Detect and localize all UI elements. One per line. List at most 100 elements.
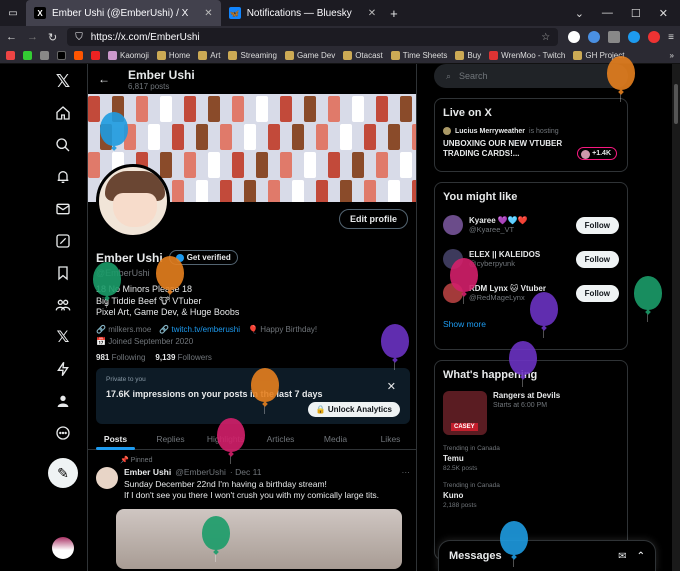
x-logo-icon[interactable]: 𝕏 xyxy=(52,70,74,92)
bookmark-wrenmoo[interactable]: WrenMoo - Twitch xyxy=(489,51,565,60)
account-icon[interactable] xyxy=(568,31,581,43)
bookmark-star-icon[interactable]: ☆ xyxy=(541,32,550,43)
pinned-post[interactable]: 📌 Pinned Ember Ushi @EmberUshi · Dec 11 … xyxy=(96,456,410,569)
premium-icon[interactable]: 𝕏 xyxy=(52,326,74,348)
back-icon[interactable]: ← xyxy=(6,31,17,43)
tab-posts[interactable]: Posts xyxy=(88,428,143,450)
close-tab-icon[interactable]: ✕ xyxy=(368,8,376,19)
follow-button[interactable]: Follow xyxy=(575,250,619,268)
messages-icon[interactable] xyxy=(52,198,74,220)
banner-pattern xyxy=(184,152,196,178)
grok-icon[interactable] xyxy=(52,230,74,252)
banner-pattern xyxy=(340,180,352,202)
tab-replies[interactable]: Replies xyxy=(143,428,198,449)
bookmarks-icon[interactable] xyxy=(52,262,74,284)
tab-ember-ushi[interactable]: X Ember Ushi (@EmberUshi) / X ✕ xyxy=(26,0,221,26)
post-date[interactable]: · Dec 11 xyxy=(230,467,262,477)
live-stream-title[interactable]: UNBOXING OUR NEW VTUBER TRADING CARDS!..… xyxy=(443,139,563,159)
follow-button[interactable]: Follow xyxy=(575,216,619,234)
extension-icon[interactable] xyxy=(628,31,641,43)
banner-pattern xyxy=(292,180,304,202)
bookmark-game-dev[interactable]: Game Dev xyxy=(284,51,335,60)
bookmark-streaming[interactable]: Streaming xyxy=(228,51,277,60)
bookmark-x[interactable] xyxy=(57,51,66,60)
profile-icon[interactable] xyxy=(52,390,74,412)
reload-icon[interactable]: ↻ xyxy=(48,31,57,44)
bookmarks-overflow[interactable]: » xyxy=(670,51,674,60)
balloon-string xyxy=(513,557,514,567)
verified-orgs-icon[interactable] xyxy=(52,358,74,380)
post-author-handle[interactable]: @EmberUshi xyxy=(175,467,226,477)
close-tab-icon[interactable]: ✕ xyxy=(204,8,212,19)
search-icon[interactable] xyxy=(52,134,74,156)
bookmark-buy[interactable]: Buy xyxy=(455,51,481,60)
more-options-icon[interactable]: ··· xyxy=(402,467,411,477)
expand-icon[interactable]: ⌃ xyxy=(637,551,645,562)
youtube-icon[interactable] xyxy=(648,31,661,43)
home-icon[interactable] xyxy=(52,102,74,124)
new-message-icon[interactable]: ✉ xyxy=(618,551,626,562)
bookmark-otacast[interactable]: Otacast xyxy=(343,51,383,60)
more-icon[interactable] xyxy=(52,422,74,444)
tab-list-icon[interactable]: ▭ xyxy=(0,8,26,19)
bookmark-youtube[interactable] xyxy=(91,51,100,60)
show-more-link[interactable]: Show more xyxy=(443,319,619,329)
tab-articles[interactable]: Articles xyxy=(253,428,308,449)
bookmark-kaomoji[interactable]: Kaomoji xyxy=(108,51,149,60)
close-window-icon[interactable]: ✕ xyxy=(659,7,668,20)
edit-profile-button[interactable]: Edit profile xyxy=(339,209,408,229)
minimize-icon[interactable]: — xyxy=(602,7,613,20)
tab-likes[interactable]: Likes xyxy=(363,428,416,449)
forward-icon[interactable]: → xyxy=(27,31,38,43)
live-host-name[interactable]: Lucius Merryweather xyxy=(455,128,525,135)
whats-happening-card: What's happening CASEY Rangers at Devils… xyxy=(434,360,628,560)
compose-post-button[interactable]: ✎ xyxy=(48,458,78,488)
maximize-icon[interactable]: ☐ xyxy=(631,7,641,20)
suggestion-avatar[interactable] xyxy=(443,215,463,235)
bookmark-icon-1[interactable] xyxy=(23,51,32,60)
browser-tab-bar: ▭ X Ember Ushi (@EmberUshi) / X ✕ 🦋 Noti… xyxy=(0,0,680,26)
puzzle-icon[interactable] xyxy=(608,31,621,43)
suggestion-item[interactable]: Kyaree 💜🩵❤️ @Kyaree_VT Follow xyxy=(443,213,619,237)
twitch-link[interactable]: twitch.tv/emberushi xyxy=(172,325,240,334)
profile-avatar[interactable] xyxy=(96,164,170,238)
banner-pattern xyxy=(352,152,364,178)
bookmark-time-sheets[interactable]: Time Sheets xyxy=(390,51,447,60)
scrollbar-thumb[interactable] xyxy=(674,84,678,124)
back-arrow-icon[interactable]: ← xyxy=(98,72,110,86)
communities-icon[interactable] xyxy=(52,294,74,316)
live-listeners-badge[interactable]: +1.4K xyxy=(577,147,617,160)
trend-item[interactable]: Trending in Canada Temu 82.5K posts xyxy=(443,445,619,472)
post-avatar[interactable] xyxy=(96,467,118,489)
unlock-analytics-button[interactable]: 🔒 Unlock Analytics xyxy=(307,402,400,417)
menu-icon[interactable]: ≡ xyxy=(668,32,674,43)
trend-item[interactable]: Trending in Canada Kuno 2,188 posts xyxy=(443,482,619,509)
folder-icon xyxy=(156,51,166,60)
search-input[interactable]: ⌕ Search xyxy=(434,64,628,88)
bookmark-gmail[interactable] xyxy=(6,51,15,60)
messages-drawer[interactable]: Messages ✉ ⌃ xyxy=(438,540,656,571)
chevron-down-icon[interactable]: ⌄ xyxy=(575,7,584,20)
following-link[interactable]: 981 Following xyxy=(96,353,145,362)
bookmark-reddit[interactable] xyxy=(74,51,83,60)
post-author-name[interactable]: Ember Ushi xyxy=(124,467,171,477)
website-link[interactable]: milkers.moe xyxy=(108,325,151,334)
bookmark-home[interactable]: Home xyxy=(156,51,190,60)
event-item[interactable]: CASEY Rangers at Devils Starts at 6:00 P… xyxy=(443,391,619,435)
page-scrollbar[interactable] xyxy=(672,64,680,571)
close-icon[interactable]: ✕ xyxy=(387,380,396,393)
banner-pattern xyxy=(160,152,172,178)
bookmark-icon-2[interactable] xyxy=(40,51,49,60)
tab-bluesky[interactable]: 🦋 Notifications — Bluesky ✕ xyxy=(221,0,384,26)
post-media-image[interactable] xyxy=(116,509,402,569)
url-bar[interactable]: ⛉ https://x.com/EmberUshi ☆ xyxy=(67,28,559,46)
follow-button[interactable]: Follow xyxy=(575,284,619,302)
bookmark-art[interactable]: Art xyxy=(198,51,220,60)
notifications-icon[interactable] xyxy=(52,166,74,188)
account-avatar[interactable] xyxy=(52,537,74,559)
extension-icon[interactable] xyxy=(588,31,601,43)
followers-link[interactable]: 9,139 Followers xyxy=(155,353,212,362)
tab-media[interactable]: Media xyxy=(308,428,363,449)
banner-pattern xyxy=(148,124,160,150)
new-tab-button[interactable]: + xyxy=(384,6,398,21)
